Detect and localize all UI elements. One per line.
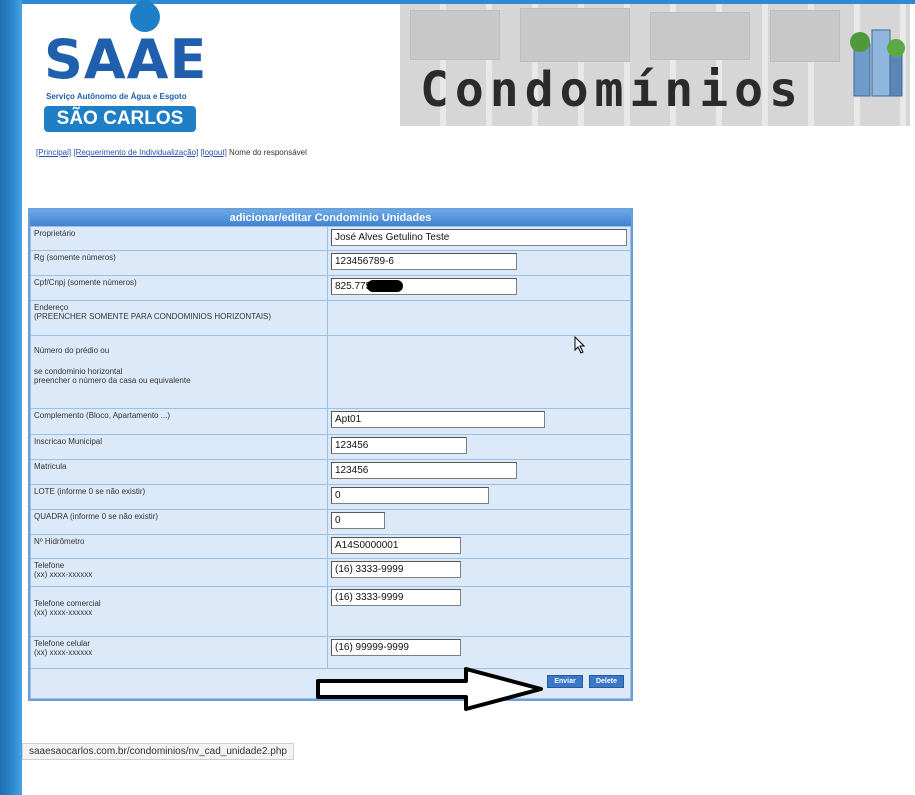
responsible-name: Nome do responsável (229, 148, 307, 157)
form-row: Número do prédio ou se condominio horizo… (30, 335, 631, 409)
building-graphic (650, 12, 750, 60)
form-row: Rg (somente números) 123456789-6 (30, 250, 631, 276)
form-row: Inscricao Municipal 123456 (30, 434, 631, 460)
form-row: LOTE (informe 0 se não existir) 0 (30, 484, 631, 510)
telefone-comercial-label: Telefone comercial (34, 599, 101, 608)
building-graphic (520, 8, 630, 62)
telefone-label: Telefone (34, 561, 65, 570)
proprietario-input[interactable]: José Alves Getulino Teste (331, 229, 627, 246)
nav-link-principal[interactable]: [Principal] (36, 148, 71, 157)
saae-logo: SAAE Serviço Autônomo de Água e Esgoto S… (40, 0, 206, 138)
mouse-pointer-icon (574, 336, 586, 354)
field-label: Rg (somente números) (30, 250, 328, 276)
form-table: Proprietário José Alves Getulino Teste R… (30, 226, 631, 699)
telefone-comercial-hint: (xx) xxxx-xxxxxx (34, 608, 93, 617)
endereco-label: Endereço (34, 303, 69, 312)
field-label: QUADRA (informe 0 se não existir) (30, 509, 328, 535)
numero-note-2: preencher o número da casa ou equivalent… (34, 376, 191, 385)
endereco-note: (PREENCHER SOMENTE PARA CONDOMINIOS HORI… (34, 312, 272, 321)
left-border (0, 0, 22, 795)
field-cell: Apt01 (327, 408, 631, 435)
cpf-value: 825.775 (335, 281, 372, 292)
matricula-input[interactable]: 123456 (331, 462, 517, 479)
telefone-hint: (xx) xxxx-xxxxxx (34, 570, 93, 579)
field-label: LOTE (informe 0 se não existir) (30, 484, 328, 510)
telefone-celular-label: Telefone celular (34, 639, 91, 648)
field-label: Número do prédio ou se condominio horizo… (30, 335, 328, 409)
field-cell: 0 (327, 484, 631, 510)
buildings-icon (850, 29, 905, 97)
redaction-mark (367, 280, 404, 293)
inscricao-input[interactable]: 123456 (331, 437, 467, 454)
quadra-input[interactable]: 0 (331, 512, 385, 529)
form-row: Telefone celular (xx) xxxx-xxxxxx (16) 9… (30, 636, 631, 669)
form-row: Proprietário José Alves Getulino Teste (30, 226, 631, 251)
field-label: Telefone (xx) xxxx-xxxxxx (30, 558, 328, 587)
field-cell: 123456 (327, 459, 631, 485)
form-row: Endereço (PREENCHER SOMENTE PARA CONDOMI… (30, 300, 631, 336)
telefone-comercial-input[interactable]: (16) 3333-9999 (331, 589, 461, 606)
banner-title: Condomínios (420, 62, 804, 118)
telefone-celular-input[interactable]: (16) 99999-9999 (331, 639, 461, 656)
rg-input[interactable]: 123456789-6 (331, 253, 517, 270)
field-cell: A14S0000001 (327, 534, 631, 559)
building-graphic (770, 10, 840, 62)
field-label: Nº Hidrômetro (30, 534, 328, 559)
nav-link-logout[interactable]: [logout] (201, 148, 227, 157)
cpf-cnpj-input[interactable]: 825.775 (331, 278, 517, 295)
field-label: Matricula (30, 459, 328, 485)
field-cell: 123456789-6 (327, 250, 631, 276)
field-label: Inscricao Municipal (30, 434, 328, 460)
form-title: adicionar/editar Condominio Unidades (30, 210, 631, 226)
telefone-input[interactable]: (16) 3333-9999 (331, 561, 461, 578)
field-cell: (16) 3333-9999 (327, 586, 631, 637)
field-cell: 0 (327, 509, 631, 535)
status-bar-url: saaesaocarlos.com.br/condominios/nv_cad_… (22, 743, 294, 760)
unit-form: adicionar/editar Condominio Unidades Pro… (28, 208, 633, 701)
form-row: Telefone (xx) xxxx-xxxxxx (16) 3333-9999 (30, 558, 631, 587)
telefone-celular-hint: (xx) xxxx-xxxxxx (34, 648, 93, 657)
numero-note: se condominio horizontal (34, 367, 123, 376)
form-row: QUADRA (informe 0 se não existir) 0 (30, 509, 631, 535)
field-label: Proprietário (30, 226, 328, 251)
right-arrow-icon (316, 667, 543, 711)
lote-input[interactable]: 0 (331, 487, 489, 504)
field-cell: (16) 99999-9999 (327, 636, 631, 669)
delete-button[interactable]: Delete (588, 675, 624, 688)
building-graphic (410, 10, 500, 60)
field-cell: 825.775 (327, 275, 631, 301)
field-label: Complemento (Bloco, Apartamento ...) (30, 408, 328, 435)
form-row: Cpf/Cnpj (somente números) 825.775 (30, 275, 631, 301)
field-cell (327, 300, 631, 336)
hidrometro-input[interactable]: A14S0000001 (331, 537, 461, 554)
enviar-button[interactable]: Enviar (547, 675, 583, 688)
complemento-input[interactable]: Apt01 (331, 411, 545, 428)
form-row: Nº Hidrômetro A14S0000001 (30, 534, 631, 559)
numero-label: Número do prédio ou (34, 346, 110, 355)
field-cell: José Alves Getulino Teste (327, 226, 631, 251)
field-label: Endereço (PREENCHER SOMENTE PARA CONDOMI… (30, 300, 328, 336)
logo-city: SÃO CARLOS (44, 106, 196, 132)
field-cell: (16) 3333-9999 (327, 558, 631, 587)
logo-name: SAAE (44, 28, 208, 91)
field-label: Telefone comercial (xx) xxxx-xxxxxx (30, 586, 328, 637)
form-row: Complemento (Bloco, Apartamento ...) Apt… (30, 408, 631, 435)
form-row: Telefone comercial (xx) xxxx-xxxxxx (16)… (30, 586, 631, 637)
form-row: Matricula 123456 (30, 459, 631, 485)
field-label: Telefone celular (xx) xxxx-xxxxxx (30, 636, 328, 669)
logo-tagline: Serviço Autônomo de Água e Esgoto (46, 92, 187, 101)
condominios-banner: Condomínios (400, 4, 910, 126)
top-navigation: [Principal] [Requerimento de Individuali… (36, 148, 307, 157)
field-label: Cpf/Cnpj (somente números) (30, 275, 328, 301)
field-cell: 123456 (327, 434, 631, 460)
nav-link-requerimento[interactable]: [Requerimento de Individualização] (73, 148, 198, 157)
